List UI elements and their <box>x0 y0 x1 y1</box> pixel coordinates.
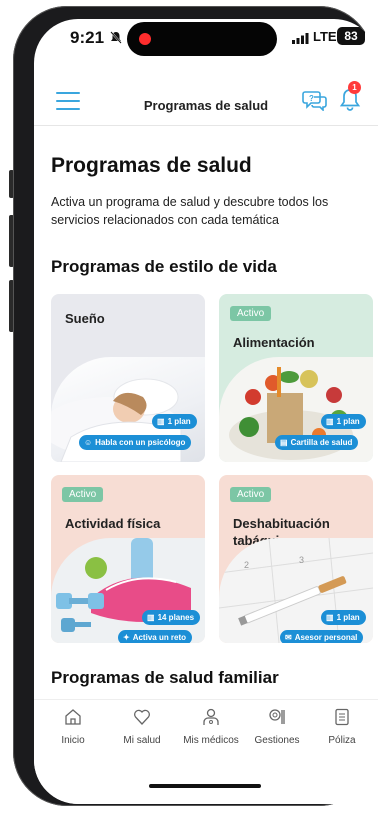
network-label: LTE <box>313 29 337 44</box>
nav-item-inicio[interactable]: Inicio <box>38 708 108 746</box>
nav-label: Mis médicos <box>183 735 239 746</box>
fitness-photo <box>51 538 205 643</box>
section-title-family: Programas de salud familiar <box>51 668 279 687</box>
main-content[interactable]: Programas de salud Activa un programa de… <box>34 126 378 698</box>
battery-icon: 83 <box>337 27 365 45</box>
nav-item-mis-medicos[interactable]: Mis médicos <box>176 708 246 746</box>
signal-icon <box>292 33 309 44</box>
plans-pill: ▥ 14 planes <box>142 610 201 625</box>
home-indicator[interactable] <box>149 784 261 788</box>
silent-bell-icon <box>110 31 122 44</box>
notification-badge: 1 <box>348 81 361 94</box>
advisor-icon: ✉ <box>285 633 292 642</box>
service-pill[interactable]: ▤ Cartilla de salud <box>275 435 359 450</box>
recording-indicator-icon <box>139 33 151 45</box>
plans-pill: ▥ 1 plan <box>152 414 197 429</box>
chat-help-icon[interactable]: ? <box>302 89 328 111</box>
status-bar: 9:21 LTE 83 <box>34 19 378 67</box>
section-title-lifestyle: Programas de estilo de vida <box>51 257 277 276</box>
psychologist-icon: ☺ <box>84 438 93 447</box>
calendar-cigarette-photo: 2 3 <box>219 538 373 643</box>
program-card-title: Sueño <box>65 311 105 326</box>
plan-icon: ▥ <box>326 417 334 426</box>
nav-label: Póliza <box>328 735 356 746</box>
plan-icon: ▥ <box>147 613 155 622</box>
active-badge: Activo <box>62 487 104 502</box>
program-card-nutrition[interactable]: Activo Alimentación ▥ 1 plan ▤ Cartilla … <box>219 294 373 462</box>
nav-item-gestiones[interactable]: Gestiones <box>242 708 312 746</box>
nav-label: Inicio <box>61 735 85 746</box>
heart-icon <box>134 709 150 725</box>
service-pill[interactable]: ✉ Asesor personal <box>280 630 364 643</box>
dynamic-island <box>127 22 277 56</box>
plan-icon: ▥ <box>326 613 334 622</box>
document-icon <box>335 708 349 726</box>
challenge-icon: ✦ <box>123 633 130 642</box>
screen: 9:21 LTE 83 Programas de salud ? 1 Progr… <box>34 19 378 804</box>
program-card-smoking-cessation[interactable]: Activo Deshabituación tabáquica 2 3 <box>219 475 373 643</box>
nav-item-mi-salud[interactable]: Mi salud <box>107 708 177 746</box>
plans-pill: ▥ 1 plan <box>321 610 366 625</box>
program-card-title: Actividad física <box>65 516 161 531</box>
nav-item-poliza[interactable]: Póliza <box>307 708 377 746</box>
service-pill[interactable]: ✦ Activa un reto <box>118 630 193 643</box>
phone-frame: 9:21 LTE 83 Programas de salud ? 1 Progr… <box>13 6 378 806</box>
plans-pill: ▥ 1 plan <box>321 414 366 429</box>
home-icon <box>65 709 81 725</box>
plan-icon: ▥ <box>157 417 165 426</box>
active-badge: Activo <box>230 487 272 502</box>
service-pill[interactable]: ☺ Habla con un psicólogo <box>79 435 192 450</box>
health-card-icon: ▤ <box>280 438 288 447</box>
program-card-physical-activity[interactable]: Activo Actividad física ▥ 14 planes ✦ Ac… <box>51 475 205 643</box>
svg-text:?: ? <box>309 94 314 103</box>
page-intro: Activa un programa de salud y descubre t… <box>51 195 329 227</box>
program-card-sleep[interactable]: Sueño ▥ 1 plan ☺ Habla con un psicólogo <box>51 294 205 462</box>
nav-label: Gestiones <box>254 735 300 746</box>
page-title: Programas de salud <box>51 154 252 177</box>
active-badge: Activo <box>230 306 272 321</box>
app-header: Programas de salud ? 1 <box>34 67 378 126</box>
svg-text:2: 2 <box>244 560 249 570</box>
status-time: 9:21 <box>70 28 105 47</box>
nav-label: Mi salud <box>123 735 161 746</box>
svg-text:3: 3 <box>299 555 304 565</box>
program-card-title: Alimentación <box>233 335 315 350</box>
bottom-navigation: Inicio Mi salud Mis médicos Gestiones Pó… <box>34 699 378 804</box>
manage-icon <box>269 709 285 724</box>
doctor-icon <box>203 708 219 725</box>
